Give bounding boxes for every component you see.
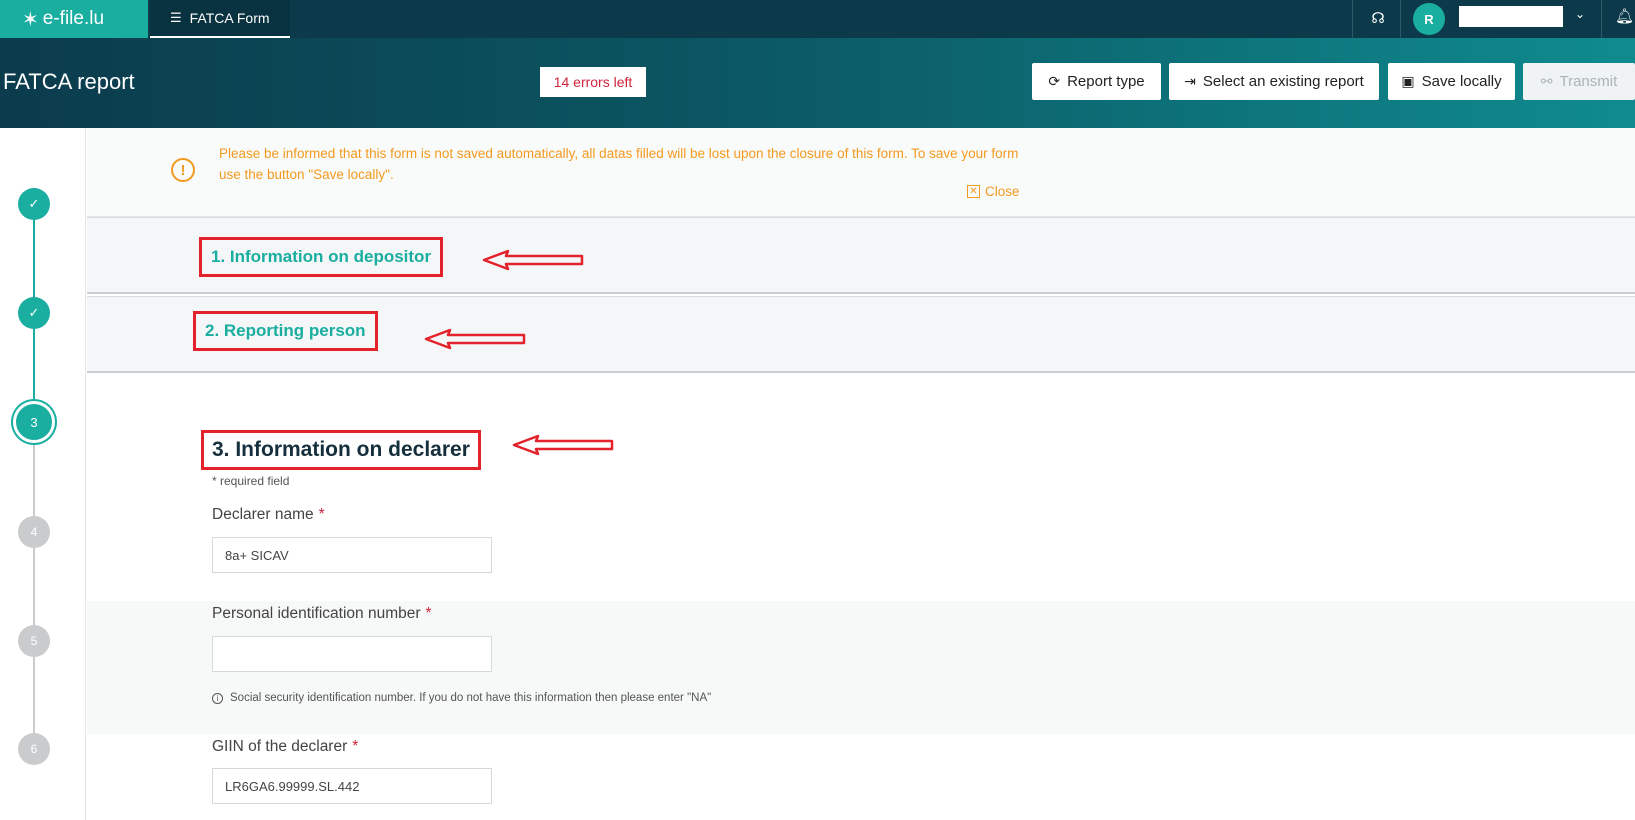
step-5[interactable]: 5 [18, 625, 50, 657]
transmit-button[interactable]: ⚯ Transmit [1523, 63, 1635, 100]
step-3[interactable]: 3 [13, 401, 55, 443]
form-section-title: 3. Information on declarer [201, 430, 481, 470]
username-box[interactable] [1459, 6, 1563, 27]
tab-label: FATCA Form [189, 10, 270, 26]
transmit-label: Transmit [1559, 73, 1618, 90]
step-2[interactable]: ✓ [18, 297, 50, 329]
close-notice-button[interactable]: ✕ Close [967, 184, 1020, 199]
tab-fatca-form[interactable]: ☰ FATCA Form [150, 0, 290, 38]
declarer-name-label-text: Declarer name [212, 506, 314, 523]
annotation-arrow [424, 328, 526, 350]
notice-text: Please be informed that this form is not… [219, 146, 1019, 182]
list-icon: ☰ [170, 10, 182, 25]
required-field-note: * required field [212, 474, 290, 488]
avatar[interactable]: R [1413, 3, 1445, 35]
close-icon: ✕ [967, 185, 980, 198]
required-marker: * [425, 605, 432, 622]
efile-logo[interactable]: ✶ e-file.lu [0, 0, 148, 38]
required-marker: * [352, 738, 359, 755]
select-existing-label: Select an existing report [1202, 73, 1364, 90]
network-icon: ⚯ [1540, 73, 1553, 89]
section-bar-reporting-person[interactable]: 2. Reporting person [87, 296, 1635, 373]
pin-label-text: Personal identification number [212, 605, 421, 622]
bell-icon[interactable]: 🔔︎ [1615, 7, 1634, 25]
step-1[interactable]: ✓ [18, 188, 50, 220]
refresh-icon: ⟳ [1048, 73, 1061, 89]
section-title-reporting-person[interactable]: 2. Reporting person [193, 311, 378, 351]
autosave-notice: ! Please be informed that this form is n… [87, 128, 1635, 217]
section-title-depositor[interactable]: 1. Information on depositor [199, 237, 444, 277]
step-6[interactable]: 6 [18, 733, 50, 765]
chevron-down-icon[interactable]: ⌄ [1575, 7, 1585, 21]
step-line-todo [33, 422, 35, 752]
step-progress: ✓ ✓ 3 4 5 6 [0, 128, 86, 820]
pin-hint: i Social security identification number.… [212, 692, 711, 704]
close-label: Close [985, 184, 1020, 199]
pin-input[interactable] [212, 636, 492, 672]
errors-badge[interactable]: 14 errors left [540, 67, 646, 97]
declarer-name-label: Declarer name * [212, 506, 325, 524]
giin-label-text: GIIN of the declarer [212, 738, 348, 755]
check-icon: ✓ [28, 196, 40, 211]
giin-label: GIIN of the declarer * [212, 738, 358, 756]
section-bar-depositor[interactable]: 1. Information on depositor [87, 217, 1635, 294]
headset-icon[interactable]: ☊ [1368, 9, 1388, 29]
giin-input[interactable] [212, 768, 492, 804]
top-bar: ✶ e-file.lu ☰ FATCA Form ☊ R ⌄ 🔔︎ [0, 0, 1635, 38]
page-title: FATCA report [3, 69, 135, 94]
info-icon: i [212, 692, 223, 704]
step-4[interactable]: 4 [18, 516, 50, 548]
sign-in-icon: ⇥ [1184, 73, 1196, 89]
save-locally-label: Save locally [1421, 73, 1502, 90]
divider [1601, 0, 1602, 38]
warning-icon: ! [171, 158, 195, 182]
save-locally-button[interactable]: ▣ Save locally [1388, 63, 1515, 100]
required-marker: * [318, 506, 325, 523]
divider [1400, 0, 1401, 38]
annotation-arrow [482, 249, 584, 271]
check-icon: ✓ [28, 305, 40, 320]
report-type-button[interactable]: ⟳ Report type [1032, 63, 1161, 100]
report-type-label: Report type [1067, 73, 1145, 90]
pin-hint-text: Social security identification number. I… [230, 692, 712, 704]
logo-text: e-file.lu [42, 8, 105, 29]
annotation-arrow [512, 434, 614, 456]
efile-logo-icon: ✶ [22, 8, 39, 31]
divider [1352, 0, 1353, 38]
select-existing-report-button[interactable]: ⇥ Select an existing report [1169, 63, 1379, 100]
page-header: FATCA report 14 errors left ⟳ Report typ… [0, 38, 1635, 128]
pin-label: Personal identification number * [212, 605, 432, 623]
declarer-name-input[interactable] [212, 537, 492, 573]
save-icon: ▣ [1401, 73, 1415, 89]
